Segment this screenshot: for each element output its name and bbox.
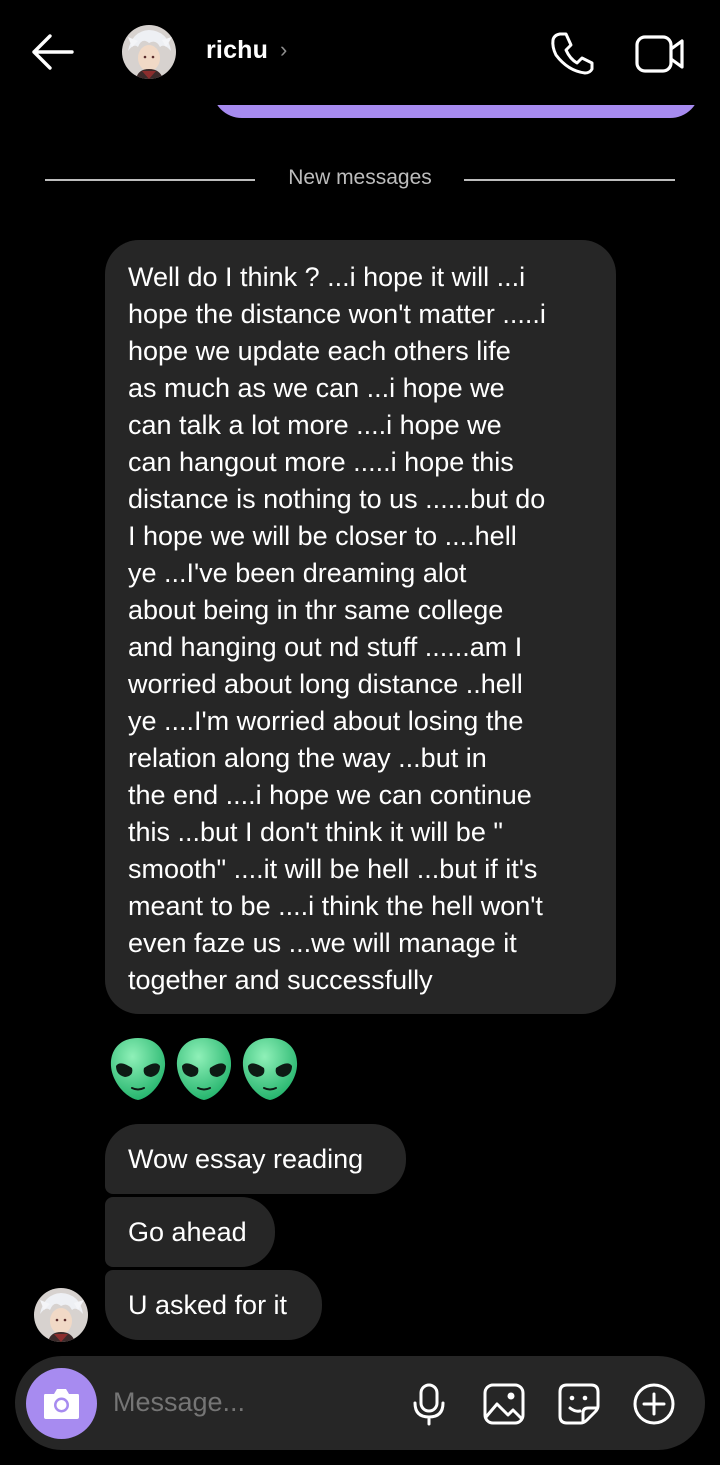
- received-message-bubble[interactable]: Well do I think ? ...i hope it will ...i…: [105, 240, 616, 1014]
- microphone-icon[interactable]: [407, 1382, 451, 1426]
- received-message-bubble[interactable]: Wow essay reading: [105, 1124, 406, 1194]
- chat-header: richu ›: [0, 0, 720, 105]
- new-messages-divider: New messages: [0, 166, 720, 190]
- new-messages-label: New messages: [262, 166, 458, 189]
- camera-button[interactable]: [26, 1368, 97, 1439]
- sticker-icon[interactable]: [557, 1382, 601, 1426]
- alien-emoji-icon: [176, 1038, 232, 1100]
- received-message-bubble[interactable]: Go ahead: [105, 1197, 275, 1267]
- alien-emoji-icon: [242, 1038, 298, 1100]
- video-camera-icon[interactable]: [634, 32, 686, 76]
- message-text: Well do I think ? ...i hope it will ...i…: [128, 262, 546, 995]
- arrow-left-icon[interactable]: [28, 30, 76, 74]
- message-text: U asked for it: [128, 1289, 288, 1320]
- plus-icon[interactable]: [632, 1382, 676, 1426]
- message-input[interactable]: [113, 1387, 393, 1418]
- received-message-bubble[interactable]: U asked for it: [105, 1270, 322, 1340]
- chevron-right-icon[interactable]: ›: [280, 37, 287, 63]
- message-text: Wow essay reading: [128, 1143, 364, 1174]
- contact-name[interactable]: richu: [206, 36, 268, 65]
- phone-icon[interactable]: [548, 30, 596, 76]
- contact-avatar[interactable]: [122, 25, 176, 79]
- alien-emoji-icon: [110, 1038, 166, 1100]
- message-text: Go ahead: [128, 1216, 247, 1247]
- gallery-icon[interactable]: [482, 1382, 526, 1426]
- camera-icon: [44, 1389, 79, 1419]
- emoji-message[interactable]: [108, 1036, 300, 1104]
- sender-avatar[interactable]: [34, 1288, 88, 1342]
